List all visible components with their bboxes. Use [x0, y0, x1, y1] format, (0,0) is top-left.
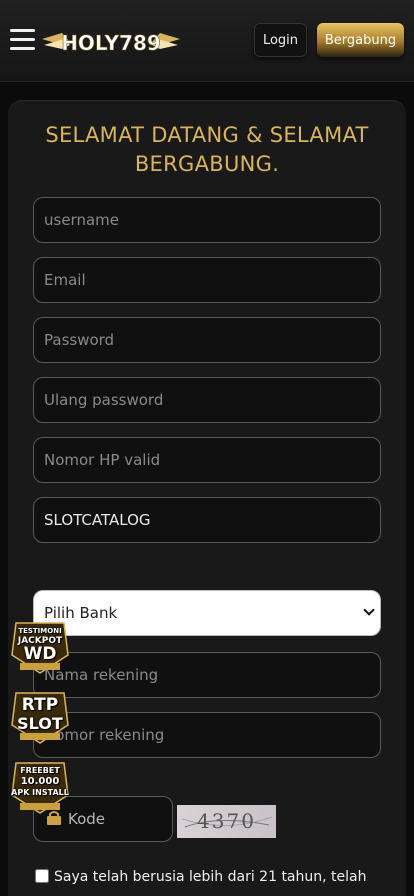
page-title: SELAMAT DATANG & SELAMAT BERGABUNG.	[45, 123, 369, 176]
top-header: HOLY789 Login Bergabung	[0, 0, 414, 82]
logo-text: HOLY789	[61, 31, 161, 55]
promo-line-2: 10.000	[20, 776, 60, 787]
captcha-text: 4370	[197, 809, 256, 833]
captcha-image: 4370	[177, 805, 276, 838]
password-input[interactable]	[33, 317, 381, 363]
promo-line-3: WD	[23, 644, 57, 664]
login-button[interactable]: Login	[254, 23, 307, 57]
promo-rtp-slot[interactable]: RTP SLOT	[10, 685, 70, 747]
referral-input[interactable]	[33, 497, 381, 543]
confirm-password-input[interactable]	[33, 377, 381, 423]
bank-select[interactable]: Pilih Bank	[33, 590, 381, 636]
brand-logo-graphic: HOLY789	[42, 31, 180, 55]
age-agreement-checkbox[interactable]	[35, 869, 49, 883]
menu-icon[interactable]	[10, 29, 35, 51]
join-button[interactable]: Bergabung	[317, 23, 404, 57]
age-agreement: Saya telah berusia lebih dari 21 tahun, …	[33, 866, 393, 890]
captcha-code-input[interactable]	[68, 797, 172, 841]
phone-input[interactable]	[33, 437, 381, 483]
promo-line-3: APK INSTALL	[11, 788, 69, 797]
email-input[interactable]	[33, 257, 381, 303]
promo-line-1: RTP	[21, 695, 59, 715]
username-input[interactable]	[33, 197, 381, 243]
brand-logo[interactable]: HOLY789	[40, 25, 182, 59]
promo-line-2: SLOT	[17, 714, 63, 733]
promo-line-1: TESTIMONI	[18, 627, 62, 635]
promo-freebet-apk[interactable]: FREEBET 10.000 APK INSTALL	[10, 755, 70, 817]
age-agreement-text: Saya telah berusia lebih dari 21 tahun, …	[54, 869, 367, 885]
promo-testimoni-jackpot-wd[interactable]: TESTIMONI JACKPOT WD	[10, 615, 70, 677]
promo-line-1: FREEBET	[20, 766, 60, 775]
account-number-input[interactable]	[33, 712, 381, 758]
account-name-input[interactable]	[33, 652, 381, 698]
